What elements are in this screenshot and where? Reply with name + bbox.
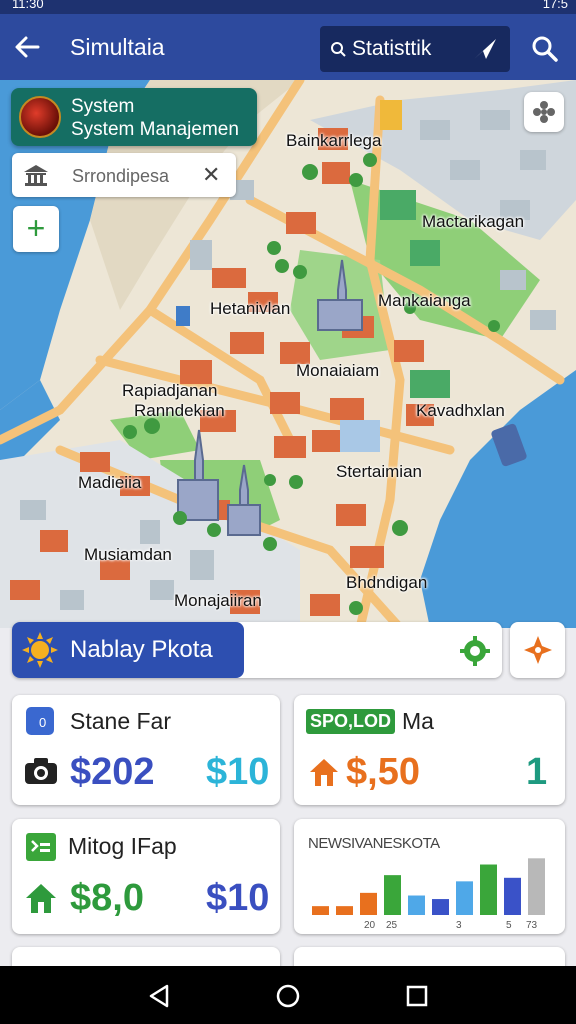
banner-title: Nablay Pkota (70, 636, 213, 663)
stat-card-side-value: $10 (206, 877, 270, 919)
flower-icon (533, 101, 555, 123)
chart-title: NEWSIVANESKOTA (308, 835, 440, 852)
search-icon[interactable] (530, 34, 560, 64)
chart-tick-label: 73 (526, 920, 538, 931)
stat-card-main-value: $202 (70, 751, 155, 793)
chart-bar (336, 906, 353, 915)
close-icon[interactable]: ✕ (202, 162, 220, 188)
chart-tick-label: 25 (386, 920, 398, 931)
chart-bar (384, 875, 401, 915)
city-banner[interactable]: Nablay Pkota (12, 622, 502, 678)
chart-tick-label: 3 (456, 920, 462, 931)
location-chip[interactable]: Srrondipesa ✕ (12, 153, 236, 197)
chart-bar (480, 864, 497, 915)
stat-card-label: Ma (402, 708, 434, 734)
chart-tick-label: 20 (364, 920, 376, 931)
chart-tick-label: 5 (506, 920, 512, 931)
system-title: System (71, 96, 135, 117)
map-label-5: Rapiadjanan (122, 381, 218, 400)
map-label-12: Bhdndigan (346, 573, 428, 592)
stat-card-mitog[interactable]: Mitog IFap $8,0 $10 (12, 819, 280, 934)
stat-card-label: Mitog IFap (68, 833, 177, 859)
map-label-0: Bainkarrlega (286, 131, 382, 150)
stat-card-stane-far[interactable]: 0 Stane Far $202 $10 (12, 695, 280, 805)
statistics-button[interactable]: Statisttik (320, 26, 510, 72)
svg-text:0: 0 (39, 715, 46, 730)
chart-bar (432, 899, 449, 915)
map-label-2: Hetanivlan (210, 299, 291, 318)
system-nav-bar (0, 966, 576, 1024)
stat-card-main-value: $,50 (346, 751, 420, 793)
dice-icon: 0 (26, 707, 54, 735)
system-card[interactable]: System System Manajemen (11, 88, 257, 146)
map-label-11: Monajaiiran (174, 591, 262, 610)
statistics-label: Statisttik (352, 37, 432, 60)
stat-card-spo-lod[interactable]: SPO,LOD Ma $,50 1 (294, 695, 565, 805)
back-nav-icon[interactable] (148, 984, 170, 1008)
map-label-1: Mactarikagan (422, 212, 525, 231)
app-bar: Simultaia Statisttik (0, 14, 576, 80)
settings-gear-icon[interactable] (460, 636, 490, 666)
back-arrow-icon[interactable] (12, 32, 42, 62)
banner-title-block: Nablay Pkota (12, 622, 244, 678)
home-icon (310, 759, 338, 786)
bar-chart: 20 25 3 5 73 (312, 858, 545, 931)
stat-badge: SPO,LOD (306, 709, 396, 734)
system-subtitle: System Manajemen (71, 119, 239, 140)
id-card-icon (26, 833, 56, 861)
search-small-icon (331, 42, 346, 57)
bar-chart-card[interactable]: NEWSIVANESKOTA 20 25 3 5 73 (294, 819, 565, 934)
stat-card-main-value: $8,0 (70, 877, 144, 919)
map-label-8: Madieiia (78, 473, 142, 492)
map-label-4: Monaiaiam (296, 361, 380, 380)
building-icon (24, 165, 48, 186)
app-title: Simultaia (70, 34, 165, 60)
navigate-button[interactable] (510, 622, 565, 678)
chart-bar (504, 877, 521, 915)
home-nav-icon[interactable] (276, 984, 300, 1008)
recents-nav-icon[interactable] (406, 985, 428, 1007)
send-icon (474, 39, 496, 59)
map-label-9: Stertaimian (336, 462, 422, 481)
home-icon (26, 884, 56, 913)
location-text: Srrondipesa (72, 166, 170, 186)
status-right-time: 17:5 (542, 0, 568, 11)
chart-bar (456, 881, 473, 915)
status-bar: 11:30 17:5 (0, 0, 576, 14)
chart-bar (312, 906, 329, 915)
system-logo (19, 96, 61, 138)
stat-card-label: Stane Far (70, 708, 171, 734)
map-label-10: Musiamdan (84, 545, 172, 564)
status-time: 11:30 (12, 0, 44, 11)
layers-button[interactable] (524, 92, 564, 132)
sun-icon (22, 632, 58, 668)
compass-icon (524, 636, 552, 664)
chart-bar (408, 895, 425, 915)
map-label-7: Kavadhxlan (416, 401, 505, 420)
camera-icon (25, 758, 57, 784)
map-label-6: Ranndekian (134, 401, 225, 420)
map-label-3: Mankaianga (378, 291, 471, 310)
stat-card-side-value: $10 (206, 751, 270, 793)
stat-card-side-value: 1 (526, 751, 548, 793)
add-button[interactable]: + (13, 206, 59, 252)
chart-bar (528, 858, 545, 915)
chart-bar (360, 892, 377, 915)
